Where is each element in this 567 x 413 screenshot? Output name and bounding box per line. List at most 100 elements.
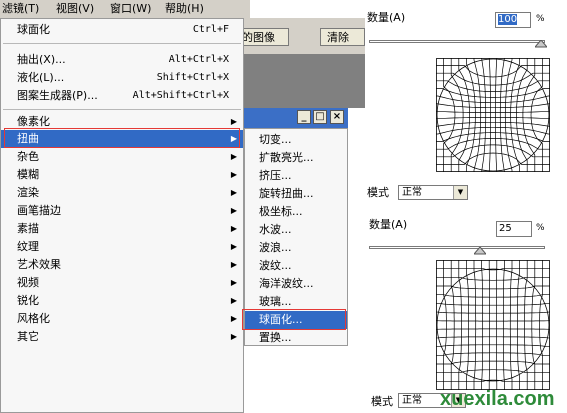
menu-item-sketch[interactable]: 素描 ▶	[1, 220, 243, 238]
submenu-item-label: 极坐标...	[259, 205, 303, 218]
document-titlebar: _ □ ×	[235, 108, 348, 128]
slider-thumb-icon[interactable]	[535, 40, 547, 48]
menu-item-brush-strokes[interactable]: 画笔描边 ▶	[1, 202, 243, 220]
menu-item-stylize[interactable]: 风格化 ▶	[1, 310, 243, 328]
dropdown-arrow-icon: ▼	[453, 186, 467, 199]
submenu-item-twirl[interactable]: 旋转扭曲...	[245, 185, 347, 203]
mode-label: 模式	[371, 395, 393, 408]
slider-thumb-icon[interactable]	[474, 247, 486, 255]
submenu-item-shear[interactable]: 切变...	[245, 131, 347, 149]
amount-label: 数量(A)	[367, 11, 406, 24]
percent-unit: %	[536, 223, 545, 233]
mode-label: 模式	[367, 186, 389, 199]
submenu-arrow-icon: ▶	[230, 296, 237, 305]
submenu-arrow-icon: ▶	[230, 170, 237, 179]
percent-unit: %	[536, 14, 545, 24]
mode-select[interactable]: 正常 ▼	[398, 185, 468, 200]
menu-item-label: 图案生成器(P)...	[17, 89, 98, 102]
menu-item-texture[interactable]: 纹理 ▶	[1, 238, 243, 256]
menu-item-shortcut: Ctrl+F	[192, 24, 229, 35]
submenu-arrow-icon: ▶	[230, 314, 237, 323]
minimize-icon[interactable]: _	[297, 110, 311, 124]
submenu-item-ocean-ripple[interactable]: 海洋波纹...	[245, 275, 347, 293]
options-toolbar: 的图像 清除	[235, 18, 365, 54]
menu-item-render[interactable]: 渲染 ▶	[1, 184, 243, 202]
menu-item-label: 抽出(X)...	[17, 53, 66, 66]
menu-window[interactable]: 窗口(W)	[110, 2, 151, 16]
canvas-area	[235, 54, 365, 108]
menu-item-shortcut: Alt+Ctrl+X	[168, 54, 229, 65]
menu-item-shortcut: Alt+Shift+Ctrl+X	[132, 90, 229, 101]
submenu-arrow-icon: ▶	[230, 188, 237, 197]
submenu-arrow-icon: ▶	[230, 206, 237, 215]
watermark-text: xuexila.com	[440, 388, 555, 410]
submenu-item-pinch[interactable]: 挤压...	[245, 167, 347, 185]
submenu-item-zigzag[interactable]: 水波...	[245, 221, 347, 239]
menu-item-label: 艺术效果	[17, 258, 61, 271]
submenu-arrow-icon: ▶	[230, 332, 237, 341]
highlight-box-spherize	[242, 309, 346, 330]
amount-label: 数量(A)	[369, 218, 408, 231]
amount-value: 25	[499, 223, 512, 234]
menu-item-label: 画笔描边	[17, 204, 61, 217]
menu-separator	[3, 109, 241, 110]
submenu-item-label: 波浪...	[259, 241, 292, 254]
menu-item-shortcut: Shift+Ctrl+X	[156, 72, 229, 83]
spherize-preview-grid	[436, 58, 550, 172]
menu-item-artistic[interactable]: 艺术效果 ▶	[1, 256, 243, 274]
submenu-arrow-icon: ▶	[230, 260, 237, 269]
menu-item-extract[interactable]: 抽出(X)... Alt+Ctrl+X	[1, 51, 243, 69]
menu-item-label: 球面化	[17, 23, 50, 36]
menu-item-other[interactable]: 其它 ▶	[1, 328, 243, 346]
mode-value: 正常	[402, 395, 422, 406]
submenu-item-label: 旋转扭曲...	[259, 187, 314, 200]
menu-item-label: 渲染	[17, 186, 39, 199]
menu-view[interactable]: 视图(V)	[56, 2, 94, 16]
submenu-arrow-icon: ▶	[230, 224, 237, 233]
amount-input[interactable]: 100	[495, 12, 531, 28]
amount-slider[interactable]	[369, 246, 545, 249]
amount-value: 100	[498, 14, 518, 25]
spherize-dialog-25: 数量(A) 25 % 模式 正常 ▼	[365, 212, 567, 413]
menu-item-sharpen[interactable]: 锐化 ▶	[1, 292, 243, 310]
submenu-item-label: 波纹...	[259, 259, 292, 272]
maximize-icon[interactable]: □	[313, 110, 327, 124]
spherize-preview-grid	[436, 260, 550, 390]
menu-item-liquify[interactable]: 液化(L)... Shift+Ctrl+X	[1, 69, 243, 87]
submenu-arrow-icon: ▶	[230, 152, 237, 161]
menu-item-pattern-maker[interactable]: 图案生成器(P)... Alt+Shift+Ctrl+X	[1, 87, 243, 105]
menu-item-label: 素描	[17, 222, 39, 235]
submenu-item-label: 扩散亮光...	[259, 151, 314, 164]
submenu-item-wave[interactable]: 波浪...	[245, 239, 347, 257]
menu-separator	[3, 43, 241, 44]
menu-bar: 滤镜(T) 视图(V) 窗口(W) 帮助(H)	[0, 0, 250, 18]
amount-input[interactable]: 25	[496, 221, 532, 237]
close-icon[interactable]: ×	[330, 110, 344, 124]
spherize-dialog-100: 数量(A) 100 % 模式 正常 ▼	[365, 0, 567, 205]
menu-item-blur[interactable]: 模糊 ▶	[1, 166, 243, 184]
menu-item-noise[interactable]: 杂色 ▶	[1, 148, 243, 166]
menu-item-label: 其它	[17, 330, 39, 343]
submenu-arrow-icon: ▶	[230, 242, 237, 251]
submenu-item-displace[interactable]: 置换...	[245, 329, 347, 347]
submenu-item-ripple[interactable]: 波纹...	[245, 257, 347, 275]
submenu-item-polar-coordinates[interactable]: 极坐标...	[245, 203, 347, 221]
menu-filter[interactable]: 滤镜(T)	[2, 2, 39, 16]
clear-button[interactable]: 清除	[320, 28, 365, 46]
grid-frame	[436, 260, 550, 390]
menu-item-label: 模糊	[17, 168, 39, 181]
menu-item-label: 风格化	[17, 312, 50, 325]
menu-item-video[interactable]: 视频 ▶	[1, 274, 243, 292]
menu-item-last-filter[interactable]: 球面化 Ctrl+F	[1, 21, 243, 39]
submenu-item-label: 海洋波纹...	[259, 277, 314, 290]
submenu-arrow-icon: ▶	[230, 278, 237, 287]
menu-item-label: 杂色	[17, 150, 39, 163]
submenu-item-label: 置换...	[259, 331, 292, 344]
submenu-item-label: 挤压...	[259, 169, 292, 182]
submenu-item-diffuse-glow[interactable]: 扩散亮光...	[245, 149, 347, 167]
menu-help[interactable]: 帮助(H)	[165, 2, 204, 16]
menu-item-label: 液化(L)...	[17, 71, 65, 84]
menu-item-label: 视频	[17, 276, 39, 289]
menu-item-label: 纹理	[17, 240, 39, 253]
amount-slider[interactable]	[369, 40, 545, 43]
